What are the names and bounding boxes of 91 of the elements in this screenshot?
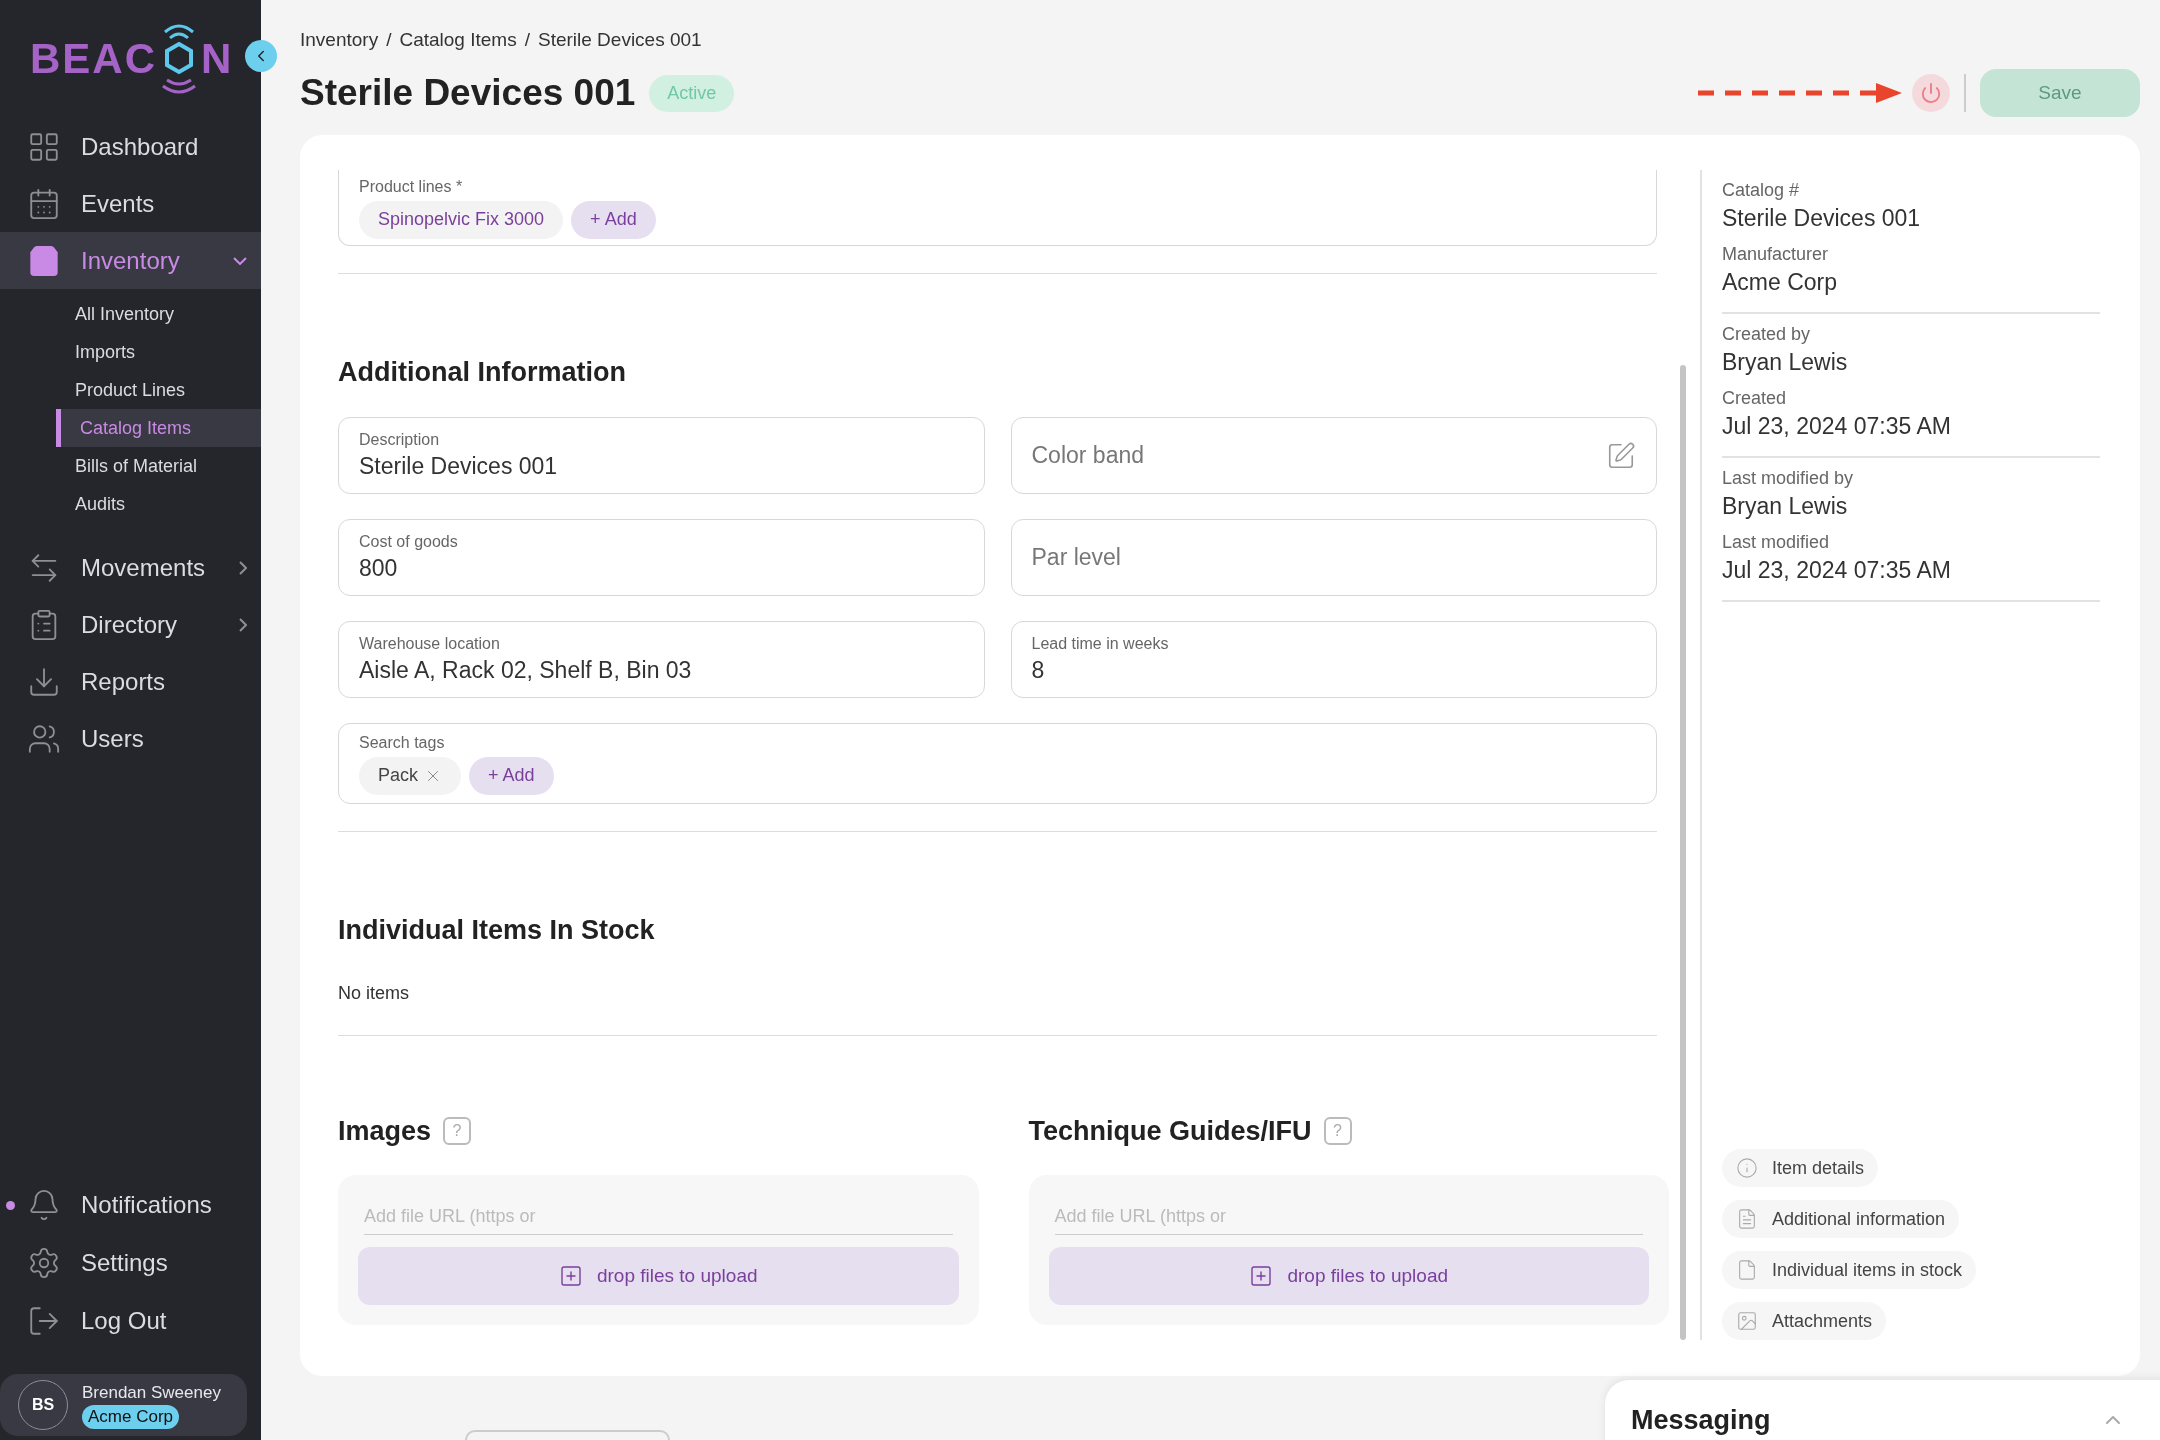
plus-icon [1249,1264,1274,1288]
field-placeholder: Par level [1031,543,1121,573]
breadcrumb-separator: / [524,27,530,52]
info-icon [1736,1157,1758,1179]
nav-subitem[interactable]: Product Lines [56,371,261,409]
breadcrumb-link[interactable]: Sterile Devices 001 [537,25,702,55]
user-name: Brendan Sweeney [82,1382,221,1404]
messaging-title: Messaging [1631,1404,1771,1437]
tag-field[interactable]: Product lines * Spinopelvic Fix 3000 + Add [338,170,1657,246]
nav-item[interactable]: Log Out [27,1303,167,1339]
add-button[interactable]: + Add [469,756,554,795]
detail-value: Bryan Lewis [1722,492,1849,521]
nav-item[interactable]: Reports [0,653,261,710]
product-line-chip[interactable]: Spinopelvic Fix 3000 [359,200,564,239]
field-label: Search tags [359,732,446,753]
user-card[interactable]: BS Brendan Sweeney Acme Corp [0,1374,247,1436]
text-field[interactable]: Lead time in weeks 8 [1010,621,1657,698]
settings-icon [27,1246,61,1280]
breadcrumb-link[interactable]: Inventory [300,25,379,55]
section-heading: Individual Items In Stock [338,914,656,947]
user-avatar: BS [18,1380,68,1430]
detail-label: Created [1722,387,1788,410]
detail-value: Acme Corp [1722,268,1839,297]
breadcrumb-link[interactable]: Catalog Items [399,25,517,55]
section-link[interactable]: Individual items in stock [1722,1251,1977,1289]
field-value: Sterile Devices 001 [359,451,558,481]
tag-chip[interactable]: Pack [359,756,462,795]
beacon-logo: BEAC N [30,18,234,98]
field-label: Warehouse location [359,633,501,654]
nav-item[interactable]: Events [0,175,261,232]
nav-item[interactable]: Settings [27,1245,168,1281]
breadcrumb-separator: / [386,27,392,52]
nav-subitem[interactable]: Imports [56,333,261,371]
tag-field[interactable]: Search tags Pack + Add [338,723,1657,804]
text-field[interactable]: Color band [1010,417,1657,494]
nav-item[interactable]: Movements [0,539,261,596]
calendar-icon [27,186,61,221]
field-label: Description [359,429,441,450]
drop-files-button[interactable]: drop files to upload [1048,1247,1649,1305]
organization-badge: Acme Corp [82,1405,180,1429]
detail-label: Manufacturer [1722,243,1830,266]
plus-icon [558,1264,583,1288]
text-field[interactable]: Par level [1010,519,1657,596]
section-link[interactable]: Item details [1722,1149,1879,1187]
field-value: 800 [359,553,399,583]
nav-subitem[interactable]: Audits [56,485,261,523]
field-label: Cost of goods [359,531,458,552]
nav-subitem[interactable]: Catalog Items [56,409,261,447]
messaging-panel[interactable]: Messaging [1605,1380,2160,1440]
power-button[interactable] [1912,74,1950,112]
nav-item[interactable]: Inventory [0,232,261,289]
nav-item[interactable]: Notifications [27,1187,212,1223]
text-field[interactable]: Warehouse location Aisle A, Rack 02, Shelf B, Bin 03 [338,621,985,698]
detail-value: Jul 23, 2024 07:35 AM [1722,556,1952,585]
field-label: Lead time in weeks [1031,633,1169,654]
detail-label: Created by [1722,323,1812,346]
section-heading: Technique Guides/IFU [1028,1114,1312,1148]
nav-subitem[interactable]: Bills of Material [56,447,261,485]
detail-value: Bryan Lewis [1722,348,1849,377]
file-icon [1736,1259,1758,1281]
detail-label: Last modified by [1722,467,1855,490]
section-link[interactable]: Attachments [1722,1302,1887,1340]
section-heading: Images [338,1114,432,1148]
bell-icon [27,1188,61,1222]
field-placeholder: Color band [1031,441,1145,471]
section-link[interactable]: Additional information [1722,1200,1960,1238]
section-heading: Additional Information [338,356,627,389]
text-field[interactable]: Description Sterile Devices 001 [338,417,985,494]
add-button[interactable]: + Add [571,200,656,239]
document-icon [1736,1208,1758,1230]
nav-item[interactable]: Users [0,710,261,767]
image-icon [1736,1310,1758,1332]
field-value: 8 [1031,655,1046,685]
text-field[interactable]: Cost of goods 800 [338,519,985,596]
nav-item[interactable]: Dashboard [0,118,261,175]
bag-icon [27,243,61,278]
detail-value: Jul 23, 2024 07:35 AM [1722,412,1952,441]
detail-label: Last modified [1722,531,1831,554]
field-label: Product lines * [359,176,464,197]
power-icon [1920,82,1942,104]
detail-value: Sterile Devices 001 [1722,204,1922,233]
nav-subitem[interactable]: All Inventory [56,295,261,333]
collapse-sidebar-button[interactable] [245,40,277,72]
drop-files-button[interactable]: drop files to upload [358,1247,959,1305]
status-badge: Active [649,74,735,112]
nav-item[interactable]: Directory [0,596,261,653]
empty-message: No items [338,982,410,1005]
detail-label: Catalog # [1722,179,1801,202]
scrollbar-thumb[interactable] [1680,365,1686,1340]
field-value: Aisle A, Rack 02, Shelf B, Bin 03 [359,655,692,685]
page-title: Sterile Devices 001 [300,71,636,116]
